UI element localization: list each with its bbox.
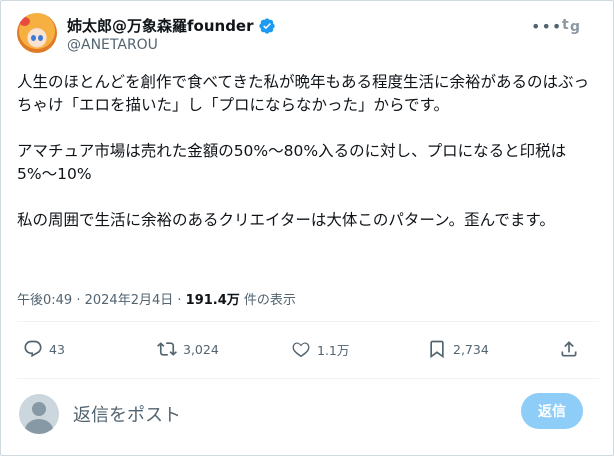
tweet-meta: 午後0:49 · 2024年2月4日 · 191.4万 件の表示 (17, 289, 296, 308)
bookmark-icon (430, 340, 444, 359)
svg-text:t: t (562, 17, 569, 33)
heart-icon (292, 342, 310, 358)
tweet-paragraph: アマチュア市場は売れた金額の50%〜80%入るのに対し、プロになると印税は5%〜… (17, 142, 567, 183)
action-bar: 43 3,024 1.1万 2,734 (19, 339, 589, 363)
reply-submit-button[interactable]: 返信 (521, 393, 583, 429)
bookmark-count: 2,734 (453, 341, 489, 357)
author-avatar[interactable] (17, 13, 57, 53)
tg-icon[interactable]: t g (561, 14, 583, 34)
tweet-paragraph: 人生のほとんどを創作で食べてきた私が晩年もある程度生活に余裕があるのはぶっちゃけ… (17, 73, 589, 114)
verified-badge-icon (258, 17, 275, 34)
tweet-time[interactable]: 午後0:49 (17, 293, 72, 308)
tweet-text: 人生のほとんどを創作で食べてきた私が晩年もある程度生活に余裕があるのはぶっちゃけ… (17, 71, 599, 232)
retweet-count: 3,024 (183, 341, 219, 357)
divider (17, 321, 599, 322)
like-count: 1.1万 (317, 342, 350, 358)
reply-count: 43 (49, 341, 65, 357)
author-name-row: 姉太郎@万象森羅founder (67, 15, 276, 36)
meta-separator: · (173, 293, 186, 308)
more-icon[interactable]: ••• (531, 17, 562, 36)
author-handle[interactable]: @ANETAROU (67, 37, 158, 53)
tweet-card: 姉太郎@万象森羅founder @ANETAROU ••• t g 人生のほとん… (0, 0, 614, 456)
retweet-button[interactable]: 3,024 (157, 339, 219, 359)
like-button[interactable]: 1.1万 (291, 339, 349, 359)
share-button[interactable] (559, 339, 579, 359)
share-icon (561, 341, 577, 357)
reply-icon (24, 340, 42, 358)
bookmark-button[interactable]: 2,734 (427, 339, 489, 359)
tweet-paragraph: 私の周囲で生活に余裕のあるクリエイターは大体このパターン。歪んでます。 (17, 211, 555, 229)
retweet-icon (157, 342, 177, 356)
view-count-label: 件の表示 (239, 293, 296, 308)
current-user-avatar (19, 394, 59, 434)
author-display-name[interactable]: 姉太郎@万象森羅founder (67, 15, 254, 36)
reply-button[interactable]: 43 (23, 339, 65, 359)
divider (17, 378, 599, 379)
meta-separator: · (72, 293, 85, 308)
reply-input[interactable]: 返信をポスト (73, 401, 181, 427)
view-count: 191.4万 (185, 293, 240, 308)
svg-text:g: g (570, 19, 580, 34)
tweet-date[interactable]: 2024年2月4日 (85, 293, 174, 308)
